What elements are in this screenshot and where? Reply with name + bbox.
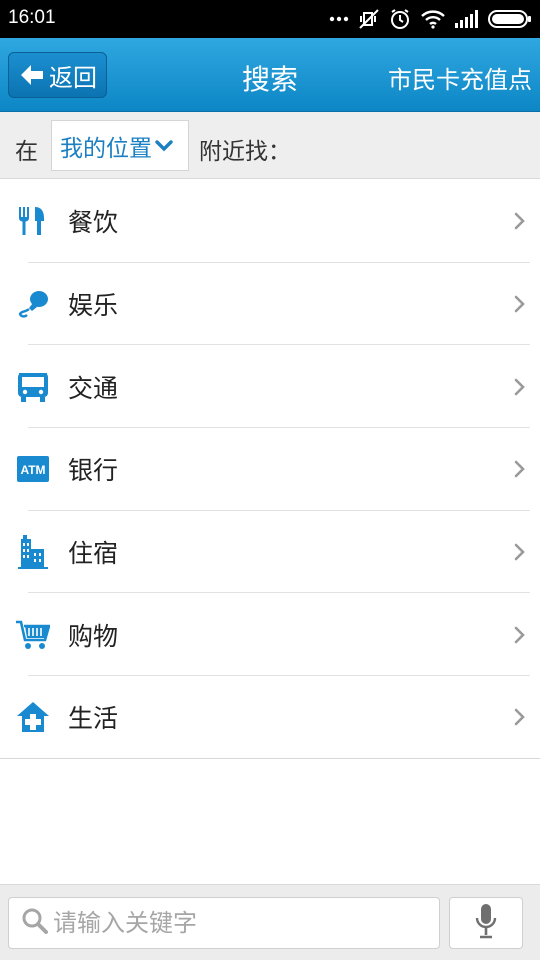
search-icon xyxy=(21,907,49,939)
category-item-life[interactable]: 生活 xyxy=(0,676,540,759)
category-label: 交通 xyxy=(68,373,119,403)
chevron-right-icon xyxy=(513,460,525,478)
microphone-icon xyxy=(475,903,497,943)
chevron-right-icon xyxy=(513,295,525,313)
search-box[interactable] xyxy=(8,897,440,949)
category-label: 生活 xyxy=(68,704,119,734)
category-label: 住宿 xyxy=(68,539,119,569)
category-label: 购物 xyxy=(68,621,119,651)
category-item-lodging[interactable]: 住宿 xyxy=(0,511,540,594)
search-input[interactable] xyxy=(53,909,433,937)
location-prefix: 在 xyxy=(15,139,38,165)
recharge-points-link[interactable]: 市民卡充值点 xyxy=(388,60,532,95)
back-label: 返回 xyxy=(49,63,97,92)
status-bar: 16:01 xyxy=(0,0,540,38)
wifi-icon xyxy=(420,9,446,29)
category-label: 银行 xyxy=(68,456,119,486)
restaurant-icon xyxy=(16,204,50,238)
location-dropdown[interactable]: 我的位置 xyxy=(51,120,189,171)
life-service-icon xyxy=(16,700,50,734)
shopping-cart-icon xyxy=(16,618,50,652)
chevron-right-icon xyxy=(513,543,525,561)
category-label: 餐饮 xyxy=(68,208,119,238)
category-item-shopping[interactable]: 购物 xyxy=(0,593,540,677)
atm-icon-text: ATM xyxy=(20,463,45,477)
category-item-dining[interactable]: 餐饮 xyxy=(0,180,540,263)
category-label: 娱乐 xyxy=(68,291,119,321)
chevron-right-icon xyxy=(513,212,525,230)
row-divider xyxy=(0,757,540,759)
voice-search-button[interactable] xyxy=(449,897,523,949)
signal-icon xyxy=(455,10,479,28)
more-dots-icon xyxy=(329,16,349,22)
location-bar: 在 我的位置 附近找： xyxy=(0,112,540,179)
entertainment-icon xyxy=(16,287,50,321)
atm-icon: ATM xyxy=(16,452,50,486)
chevron-right-icon xyxy=(513,626,525,644)
chevron-right-icon xyxy=(513,378,525,396)
location-selected-value: 我的位置 xyxy=(60,135,152,162)
chevron-down-icon xyxy=(155,139,173,153)
status-icons xyxy=(329,6,532,32)
app-header: 返回 搜索 市民卡充值点 xyxy=(0,38,540,112)
category-item-transport[interactable]: 交通 xyxy=(0,345,540,429)
back-button[interactable]: 返回 xyxy=(8,52,107,98)
battery-icon xyxy=(488,9,532,29)
bus-icon xyxy=(16,370,50,404)
category-list: 餐饮 娱乐 交通 ATM 银行 住宿 购物 生活 xyxy=(0,180,540,759)
alarm-icon xyxy=(389,8,411,30)
hotel-icon xyxy=(16,535,50,570)
chevron-right-icon xyxy=(513,708,525,726)
category-item-entertainment[interactable]: 娱乐 xyxy=(0,263,540,346)
status-time: 16:01 xyxy=(8,7,56,28)
category-item-bank[interactable]: ATM 银行 xyxy=(0,428,540,511)
vibrate-off-icon xyxy=(358,8,380,30)
bottom-search-bar xyxy=(0,884,540,960)
back-arrow-icon xyxy=(19,63,45,87)
location-suffix: 附近找： xyxy=(199,139,291,165)
